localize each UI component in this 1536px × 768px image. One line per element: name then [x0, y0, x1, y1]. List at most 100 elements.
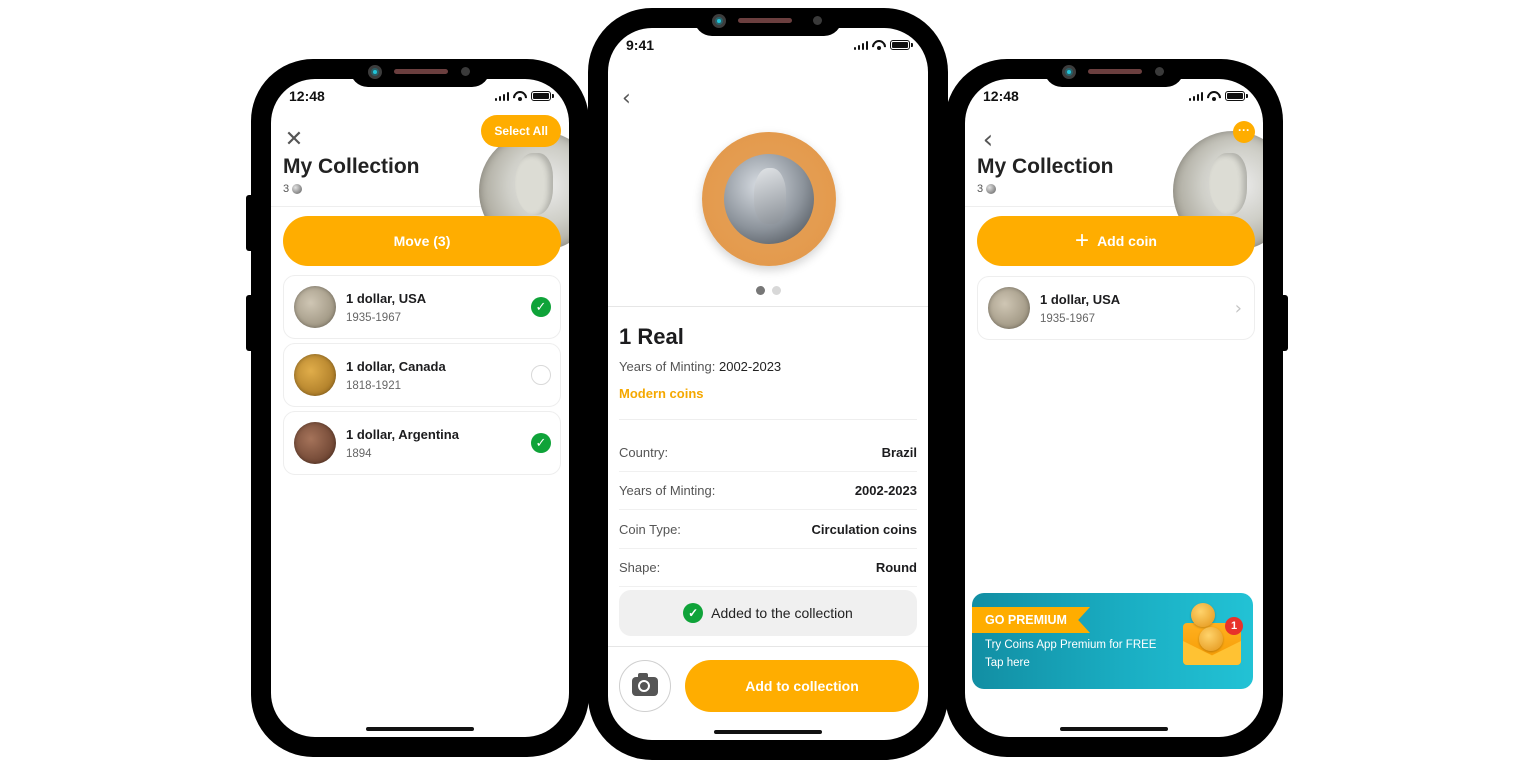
- signal-icon: [853, 40, 868, 50]
- camera-button[interactable]: [619, 660, 671, 712]
- detail-label: Shape:: [619, 560, 661, 575]
- home-indicator: [1060, 727, 1168, 731]
- collection-header: ‹ ··· My Collection 3: [965, 79, 1263, 251]
- go-premium-banner[interactable]: GO PREMIUM Try Coins App Premium for FRE…: [972, 593, 1253, 689]
- coin-count-value: 3: [283, 183, 290, 195]
- add-to-collection-label: Add to collection: [745, 678, 859, 694]
- checkbox-unchecked-icon[interactable]: [531, 365, 551, 385]
- category-link[interactable]: Modern coins: [619, 386, 704, 401]
- coin-count-value: 3: [977, 183, 984, 195]
- speaker: [394, 69, 448, 74]
- add-to-collection-button[interactable]: Add to collection: [685, 660, 919, 712]
- add-coin-button[interactable]: + Add coin: [977, 216, 1255, 266]
- detail-value: 2002-2023: [854, 483, 917, 498]
- detail-value: Round: [875, 560, 917, 575]
- divider: [608, 306, 928, 307]
- detail-label: Years of Minting:: [619, 483, 716, 498]
- plus-icon: +: [1075, 227, 1090, 254]
- screen-my-collection: 12:48 ‹ ··· My Collection 3 + Add coin 1 …: [965, 79, 1263, 737]
- premium-offer-text: Try Coins App Premium for FREE: [985, 639, 1157, 651]
- minting-value: 2002-2023: [718, 359, 782, 374]
- detail-label: Country:: [619, 445, 669, 460]
- chevron-left-icon[interactable]: ‹: [622, 86, 631, 111]
- status-bar: 9:41: [626, 35, 913, 55]
- coin-count: 3: [977, 183, 997, 195]
- front-camera: [1062, 65, 1076, 79]
- front-camera: [368, 65, 382, 79]
- coin-years: 1818-1921: [346, 379, 401, 392]
- detail-value: Brazil: [881, 445, 917, 460]
- page-title: My Collection: [283, 155, 420, 178]
- coin-thumbnail: [988, 287, 1030, 329]
- coin-years: 1935-1967: [346, 311, 401, 324]
- front-camera: [712, 14, 726, 28]
- coin-list-item[interactable]: 1 dollar, USA 1935-1967 ✓: [283, 275, 561, 339]
- volume-down-button: [246, 295, 254, 351]
- screen-my-collection-select: 12:48 ✕ Select All My Collection 3 Move …: [271, 79, 569, 737]
- detail-row-shape: Shape: Round: [619, 549, 917, 587]
- minting-label: Years of Minting:: [619, 359, 716, 374]
- image-pager: [608, 286, 928, 295]
- detail-row-coin-type: Coin Type: Circulation coins: [619, 511, 917, 549]
- phone-middle: 9:41 ‹ 1 Real Years of Minting: 2002-202…: [588, 8, 948, 760]
- pager-dot-active[interactable]: [755, 286, 765, 295]
- divider: [619, 419, 917, 420]
- speaker: [1088, 69, 1142, 74]
- speaker: [738, 18, 792, 23]
- coin-list-item[interactable]: 1 dollar, Canada 1818-1921: [283, 343, 561, 407]
- move-button[interactable]: Move (3): [283, 216, 561, 266]
- phone-left: 12:48 ✕ Select All My Collection 3 Move …: [246, 59, 589, 757]
- detail-value: Circulation coins: [811, 522, 917, 537]
- coin-count: 3: [283, 183, 303, 195]
- checkbox-checked-icon[interactable]: ✓: [531, 297, 551, 317]
- gold-coin-icon: [1199, 627, 1223, 651]
- coin-name: 1 dollar, USA: [346, 290, 427, 306]
- camera-icon: [632, 672, 658, 696]
- home-indicator: [366, 727, 474, 731]
- coin-thumbnail: [294, 354, 336, 396]
- coin-name: 1 dollar, Argentina: [346, 426, 459, 442]
- select-all-button[interactable]: Select All: [481, 115, 561, 147]
- more-horizontal-icon[interactable]: ···: [1233, 121, 1255, 143]
- coin-list-item[interactable]: 1 dollar, Argentina 1894 ✓: [283, 411, 561, 475]
- detail-row-years: Years of Minting: 2002-2023: [619, 472, 917, 510]
- status-time: 9:41: [626, 37, 655, 53]
- notch: [1044, 59, 1184, 87]
- notch: [350, 59, 490, 87]
- chevron-right-icon: ›: [1234, 297, 1242, 319]
- premium-ribbon: GO PREMIUM: [972, 607, 1090, 633]
- page-title: My Collection: [977, 155, 1114, 178]
- coin-thumbnail: [294, 286, 336, 328]
- coin-name: 1 dollar, USA: [1040, 291, 1121, 307]
- screen-coin-details: 9:41 ‹ 1 Real Years of Minting: 2002-202…: [608, 28, 928, 740]
- coin-years: 1894: [346, 447, 372, 460]
- wifi-icon: [872, 40, 886, 50]
- check-circle-icon: ✓: [683, 603, 704, 623]
- coin-years: 1935-1967: [1040, 312, 1095, 325]
- phone-right: 12:48 ‹ ··· My Collection 3 + Add coin 1 …: [945, 59, 1288, 757]
- collection-header: ✕ Select All My Collection 3: [271, 79, 569, 251]
- notch: [694, 8, 842, 36]
- close-icon[interactable]: ✕: [283, 129, 305, 151]
- premium-tap-text: Tap here: [985, 657, 1030, 669]
- power-button: [1280, 295, 1288, 351]
- checkbox-checked-icon[interactable]: ✓: [531, 433, 551, 453]
- chevron-left-icon[interactable]: ‹: [977, 127, 999, 153]
- sensor: [461, 67, 470, 76]
- home-indicator: [714, 730, 822, 734]
- coin-name: 1 dollar, Canada: [346, 358, 446, 374]
- coin-icon: [292, 184, 303, 194]
- detail-row-country: Country: Brazil: [619, 434, 917, 472]
- notification-badge: 1: [1225, 617, 1243, 635]
- coin-icon: [986, 184, 997, 194]
- coin-list-item[interactable]: 1 dollar, USA 1935-1967 ›: [977, 276, 1255, 340]
- pager-dot[interactable]: [771, 286, 781, 295]
- detail-label: Coin Type:: [619, 522, 681, 537]
- coin-thumbnail: [294, 422, 336, 464]
- battery-icon: [890, 40, 913, 50]
- sensor: [1155, 67, 1164, 76]
- divider: [608, 646, 928, 647]
- volume-up-button: [246, 195, 254, 251]
- move-button-label: Move (3): [393, 233, 451, 249]
- coin-image[interactable]: [702, 132, 836, 266]
